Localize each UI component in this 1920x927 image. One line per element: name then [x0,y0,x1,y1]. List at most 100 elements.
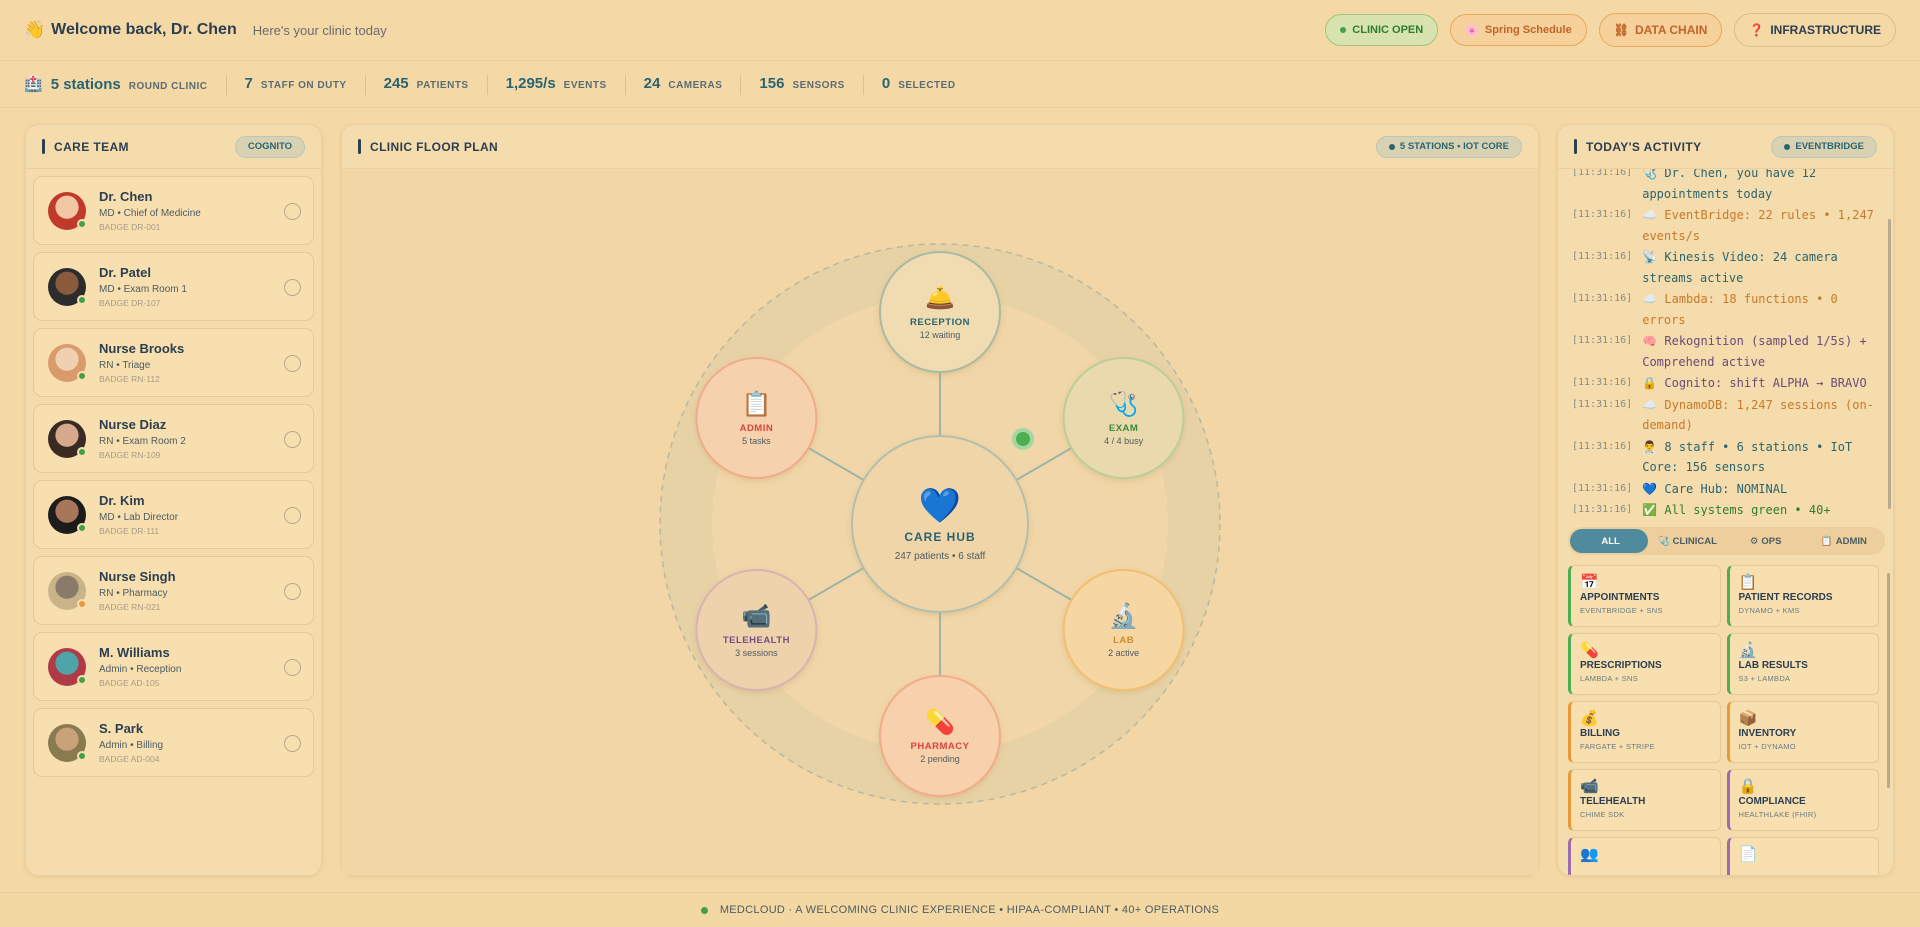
status-dot-icon [1340,27,1347,33]
stat-cameras: 24 CAMERAS [626,74,742,95]
staff-badge: BADGE DR-107 [99,298,161,308]
clinic-status-pill[interactable]: CLINIC OPEN [1325,14,1439,46]
stat-label: PATIENTS [416,79,469,91]
activity-panel: TODAY'S ACTIVITY EVENTBRIDGE [11:31:16] … [1557,124,1894,876]
select-radio[interactable] [284,583,301,600]
question-icon: ❓ [1749,23,1765,37]
room-circle[interactable] [879,675,1001,797]
operation-name: COMPLIANCE [1738,796,1806,807]
select-radio[interactable] [284,355,301,372]
operation-services: HEALTHLAKE (FHIR) [1738,810,1817,819]
staff-name: Nurse Brooks [99,341,185,356]
room-detail: 5 tasks [742,436,771,446]
select-radio[interactable] [284,203,301,220]
infrastructure-button[interactable]: ❓ INFRASTRUCTURE [1734,13,1896,47]
log-time: [11:31:16] [1572,482,1633,494]
log-entry: [11:31:16] 📡 Kinesis Video: 24 camera st… [1572,247,1877,288]
operation-icon: 📦 [1738,710,1758,727]
operation-card[interactable]: 💊 PRESCRIPTIONS LAMBDA + SNS [1568,633,1721,695]
room-circle[interactable] [879,251,1001,373]
operation-card[interactable]: 💰 BILLING FARGATE + STRIPE [1568,701,1721,763]
staff-location-marker[interactable] [1012,428,1034,450]
filter-tab-clinical[interactable]: 🩺 CLINICAL [1648,529,1726,553]
room-admin[interactable]: 📋 ADMIN 5 tasks [695,357,818,479]
top-header: 👋 Welcome back, Dr. Chen Here's your cli… [0,0,1920,61]
presence-dot-icon [77,446,87,457]
select-radio[interactable] [284,507,301,524]
ops-scrollbar[interactable] [1887,573,1890,788]
operation-icon: 📋 [1738,574,1758,591]
staff-card[interactable]: S. Park Admin • Billing BADGE AD-004 [33,708,314,777]
operation-icon: 🔬 [1738,642,1758,659]
select-radio[interactable] [284,735,301,752]
room-detail: 4 / 4 busy [1104,436,1144,446]
clinic-status-label: CLINIC OPEN [1352,24,1424,36]
avatar [48,495,87,534]
stat-value: 7 [244,74,253,92]
select-radio[interactable] [284,431,301,448]
operation-card[interactable]: 🔒 COMPLIANCE HEALTHLAKE (FHIR) [1726,769,1879,831]
log-scrollbar[interactable] [1888,219,1891,509]
staff-name: Nurse Diaz [99,417,167,432]
operation-services: CHIME SDK [1580,810,1625,819]
activity-log[interactable]: [11:31:16] 🩺 Dr. Chen, you have 12 appoi… [1558,169,1893,516]
room-exam[interactable]: 🩺 EXAM 4 / 4 busy [1062,357,1185,479]
room-lab[interactable]: 🔬 LAB 2 active [1062,569,1185,691]
room-circle[interactable] [1062,569,1185,691]
floor-plan-map: 💙 CARE HUB 247 patients • 6 staff 🛎️ RECE… [342,169,1538,875]
filter-tab-all[interactable]: ALL [1570,529,1649,553]
filter-label: CLINICAL [1672,535,1717,547]
presence-dot-icon [77,294,87,305]
spring-schedule-button[interactable]: 🌸 Spring Schedule [1450,14,1587,46]
operation-card[interactable]: 📋 PATIENT RECORDS DYNAMO + KMS [1726,565,1879,627]
filter-tab-admin[interactable]: 📋 ADMIN [1805,529,1883,553]
staff-info: Dr. Chen MD • Chief of Medicine BADGE DR… [99,189,201,232]
select-radio[interactable] [284,659,301,676]
presence-dot-icon [77,750,87,761]
room-reception[interactable]: 🛎️ RECEPTION 12 waiting [879,251,1001,373]
hospital-icon: 🏥 [24,75,43,93]
log-message: 🧠 Rekognition (sampled 1/5s) + Comprehen… [1642,334,1867,369]
presence-dot-icon [77,370,87,381]
room-telehealth[interactable]: 📹 TELEHEALTH 3 sessions [695,569,818,691]
stat-value: 5 stations [50,75,121,93]
operation-card[interactable]: 📦 INVENTORY IOT + DYNAMO [1726,701,1879,763]
data-chain-button[interactable]: ⛓ DATA CHAIN [1598,13,1723,47]
operation-card[interactable]: 📹 TELEHEALTH CHIME SDK [1568,769,1721,831]
avatar [48,647,87,686]
heart-icon: 💙 [919,487,962,525]
staff-card[interactable]: Dr. Chen MD • Chief of Medicine BADGE DR… [33,176,314,245]
operation-card[interactable]: 📅 APPOINTMENTS EVENTBRIDGE + SNS [1568,565,1721,627]
room-circle[interactable] [1062,357,1185,479]
staff-card[interactable]: Nurse Diaz RN • Exam Room 2 BADGE RN-109 [33,404,314,473]
log-entry: [11:31:16] 💙 Care Hub: NOMINAL [1572,479,1877,500]
log-time: [11:31:16] [1572,335,1633,346]
log-message: ☁️ Lambda: 18 functions • 0 errors [1642,292,1838,327]
filter-label: OPS [1761,535,1782,547]
staff-badge: BADGE RN-109 [99,450,161,460]
cognito-tag: COGNITO [234,135,305,158]
log-time: [11:31:16] [1572,209,1633,220]
operation-name: PRESCRIPTIONS [1580,660,1662,671]
select-radio[interactable] [284,279,301,296]
room-pharmacy[interactable]: 💊 PHARMACY 2 pending [879,675,1001,797]
room-name: PHARMACY [911,741,970,752]
room-circle[interactable] [695,357,818,479]
log-time: [11:31:16] [1572,251,1633,262]
operation-name: PATIENT RECORDS [1738,592,1833,603]
staff-card[interactable]: M. Williams Admin • Reception BADGE AD-1… [33,632,314,701]
room-name: RECEPTION [910,317,970,328]
operation-card[interactable]: 📄 [1726,837,1879,875]
log-message: 👨‍⚕️ 8 staff • 6 stations • IoT Core: 15… [1642,439,1853,475]
operation-card[interactable]: 🔬 LAB RESULTS S3 + LAMBDA [1726,633,1879,695]
staff-card[interactable]: Nurse Singh RN • Pharmacy BADGE RN-021 [33,556,314,625]
stat-value: 156 [759,74,785,92]
staff-card[interactable]: Nurse Brooks RN • Triage BADGE RN-112 [33,328,314,397]
staff-card[interactable]: Dr. Kim MD • Lab Director BADGE DR-111 [33,480,314,549]
operation-services: DYNAMO + KMS [1738,606,1800,615]
staff-card[interactable]: Dr. Patel MD • Exam Room 1 BADGE DR-107 [33,252,314,321]
filter-tab-ops[interactable]: ⚙ OPS [1727,529,1805,553]
iot-core-tag-label: 5 STATIONS • IOT CORE [1399,141,1509,152]
room-circle[interactable] [695,569,818,691]
operation-card[interactable]: 👥 [1568,837,1721,875]
